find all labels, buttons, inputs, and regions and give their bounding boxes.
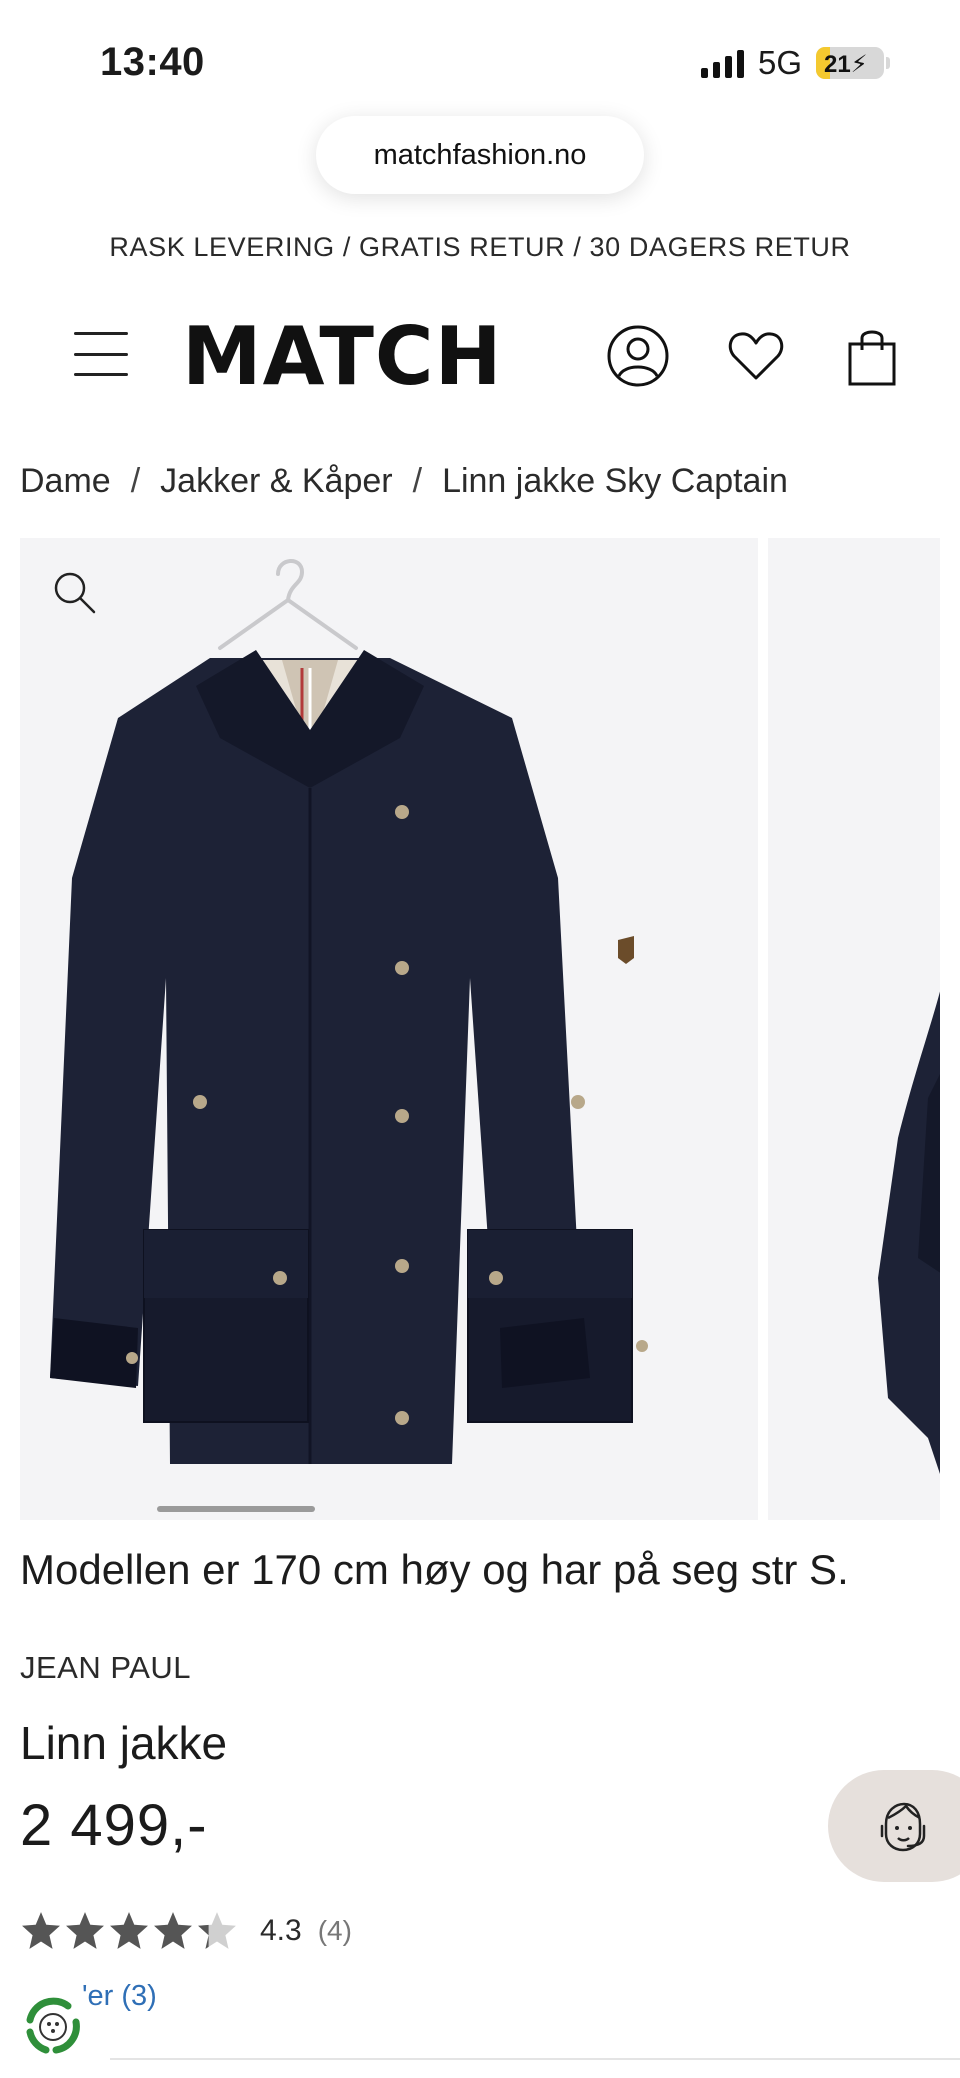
site-header: MATCH xyxy=(0,300,960,410)
reviews-link[interactable]: 'er (3) xyxy=(82,1980,157,2013)
product-price: 2 499,- xyxy=(20,1793,208,1858)
gallery-scroll-indicator xyxy=(157,1506,315,1512)
breadcrumb-item-dame[interactable]: Dame xyxy=(20,462,111,501)
product-image-next[interactable] xyxy=(768,538,940,1520)
rating-stars xyxy=(20,1910,238,1952)
heart-icon[interactable] xyxy=(724,324,788,388)
recycle-badge-icon[interactable] xyxy=(16,1990,90,2064)
rating-value: 4.3 xyxy=(260,1914,302,1947)
promo-banner: RASK LEVERING / GRATIS RETUR / 30 DAGERS… xyxy=(109,232,851,262)
battery-icon: 21⚡ xyxy=(816,47,884,79)
breadcrumb-item-jakker[interactable]: Jakker & Kåper xyxy=(160,462,392,501)
star-icon xyxy=(110,1912,148,1949)
battery-level: 21⚡ xyxy=(824,51,868,78)
status-indicators: 5G 21⚡ xyxy=(700,44,890,82)
breadcrumb: Dame / Jakker & Kåper / Linn jakke Sky C… xyxy=(20,462,788,501)
section-divider xyxy=(110,2058,960,2060)
menu-icon[interactable] xyxy=(74,332,128,376)
battery-tip xyxy=(886,57,890,69)
star-icon xyxy=(22,1912,60,1949)
jacket-image xyxy=(50,559,648,1464)
breadcrumb-separator: / xyxy=(412,462,423,500)
product-brand[interactable]: JEAN PAUL xyxy=(20,1650,191,1686)
status-time: 13:40 xyxy=(100,40,205,84)
star-icon xyxy=(154,1912,192,1949)
network-label: 5G xyxy=(757,44,802,81)
site-logo[interactable]: MATCH xyxy=(182,310,503,403)
support-agent-icon xyxy=(880,1802,926,1852)
shopping-bag-icon[interactable] xyxy=(840,324,904,388)
breadcrumb-item-current: Linn jakke Sky Captain xyxy=(442,462,788,500)
product-rating[interactable]: 4.3 (4) xyxy=(20,1910,352,1952)
status-bar: 13:40 5G 21⚡ xyxy=(0,0,960,120)
product-name: Linn jakke xyxy=(20,1717,228,1769)
jacket-image-partial xyxy=(878,991,940,1474)
breadcrumb-separator: / xyxy=(130,462,141,500)
signal-icon xyxy=(700,48,744,78)
customer-service-chat-button[interactable] xyxy=(828,1770,960,1882)
model-info: Modellen er 170 cm høy og har på seg str… xyxy=(20,1546,849,1593)
product-image-main[interactable] xyxy=(20,538,758,1520)
product-gallery[interactable] xyxy=(20,538,940,1520)
rating-count: (4) xyxy=(317,1915,352,1946)
url-bar[interactable]: matchfashion.no xyxy=(316,116,644,194)
account-icon[interactable] xyxy=(606,324,670,388)
star-icon xyxy=(198,1912,236,1949)
star-icon xyxy=(66,1912,104,1949)
